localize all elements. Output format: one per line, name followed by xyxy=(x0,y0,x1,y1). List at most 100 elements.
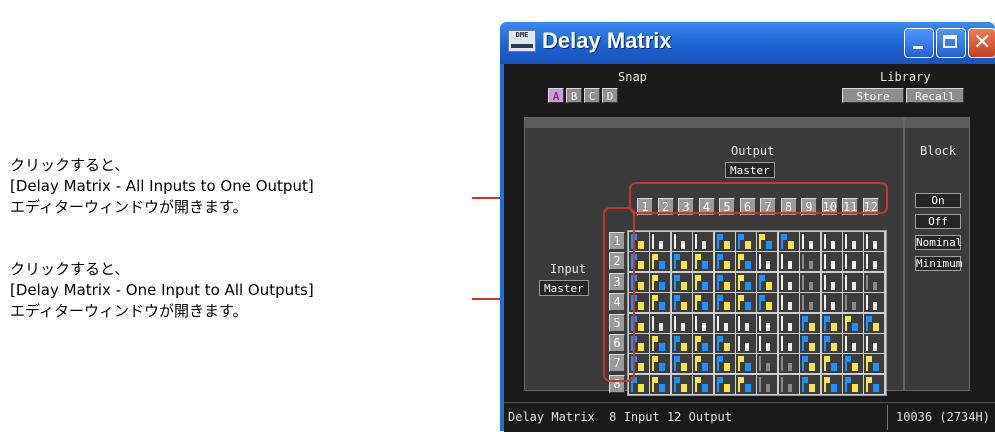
matrix-cell[interactable] xyxy=(821,252,842,272)
matrix-cell[interactable] xyxy=(650,232,671,251)
matrix-cell[interactable] xyxy=(757,313,778,333)
matrix-cell[interactable] xyxy=(864,354,885,374)
block-nominal-button[interactable]: Nominal xyxy=(915,235,962,250)
matrix-cell[interactable] xyxy=(778,354,799,374)
matrix-cell[interactable] xyxy=(778,272,799,292)
matrix-cell[interactable] xyxy=(864,252,885,272)
store-button[interactable]: Store xyxy=(842,88,904,103)
matrix-cell[interactable] xyxy=(693,354,714,374)
matrix-cell[interactable] xyxy=(843,232,863,251)
matrix-cell[interactable] xyxy=(693,374,714,394)
matrix-cell[interactable] xyxy=(843,374,863,394)
snap-button-d[interactable]: D xyxy=(602,88,618,103)
matrix-cell[interactable] xyxy=(714,232,735,251)
input-master-button[interactable]: Master xyxy=(539,280,589,296)
matrix-cell[interactable] xyxy=(714,252,735,272)
matrix-cell[interactable] xyxy=(671,313,692,333)
matrix-cell[interactable] xyxy=(736,374,756,394)
matrix-cell[interactable] xyxy=(757,293,778,313)
matrix-cell[interactable] xyxy=(800,272,821,292)
maximize-button[interactable] xyxy=(936,28,966,58)
matrix-cell[interactable] xyxy=(714,313,735,333)
matrix-cell[interactable] xyxy=(736,252,756,272)
matrix-cell[interactable] xyxy=(736,293,756,313)
matrix-cell[interactable] xyxy=(821,272,842,292)
matrix-cell[interactable] xyxy=(693,334,714,353)
matrix-cell[interactable] xyxy=(864,232,885,251)
close-button[interactable]: ✕ xyxy=(968,28,995,58)
matrix-cell[interactable] xyxy=(821,374,842,394)
matrix-cell[interactable] xyxy=(843,252,863,272)
block-on-button[interactable]: On xyxy=(915,193,961,208)
matrix-cell[interactable] xyxy=(671,354,692,374)
snap-button-b[interactable]: B xyxy=(566,88,582,103)
matrix-cell[interactable] xyxy=(693,293,714,313)
block-off-button[interactable]: Off xyxy=(915,214,961,229)
matrix-cell[interactable] xyxy=(821,354,842,374)
matrix-cell[interactable] xyxy=(800,252,821,272)
matrix-cell[interactable] xyxy=(800,334,821,353)
matrix-cell[interactable] xyxy=(800,313,821,333)
matrix-cell[interactable] xyxy=(714,293,735,313)
matrix-cell[interactable] xyxy=(693,313,714,333)
snap-button-c[interactable]: C xyxy=(584,88,600,103)
snap-button-a[interactable]: A xyxy=(548,88,564,103)
matrix-cell[interactable] xyxy=(714,272,735,292)
matrix-cell[interactable] xyxy=(864,374,885,394)
matrix-cell[interactable] xyxy=(650,272,671,292)
matrix-cell[interactable] xyxy=(843,313,863,333)
matrix-cell[interactable] xyxy=(800,293,821,313)
matrix-cell[interactable] xyxy=(650,252,671,272)
matrix-cell[interactable] xyxy=(778,293,799,313)
matrix-cell[interactable] xyxy=(757,232,778,251)
matrix-cell[interactable] xyxy=(821,293,842,313)
matrix-cell[interactable] xyxy=(736,354,756,374)
recall-button[interactable]: Recall xyxy=(906,88,964,103)
matrix-cell[interactable] xyxy=(843,293,863,313)
matrix-cell[interactable] xyxy=(864,272,885,292)
matrix-cell[interactable] xyxy=(843,334,863,353)
matrix-cell[interactable] xyxy=(650,354,671,374)
matrix-cell[interactable] xyxy=(757,374,778,394)
matrix-cell[interactable] xyxy=(736,272,756,292)
matrix-cell[interactable] xyxy=(714,354,735,374)
matrix-cell[interactable] xyxy=(778,313,799,333)
matrix-cell[interactable] xyxy=(736,313,756,333)
output-master-button[interactable]: Master xyxy=(725,162,775,178)
matrix-cell[interactable] xyxy=(757,334,778,353)
matrix-cell[interactable] xyxy=(800,374,821,394)
matrix-cell[interactable] xyxy=(778,232,799,251)
matrix-cell[interactable] xyxy=(736,334,756,353)
matrix-cell[interactable] xyxy=(757,272,778,292)
matrix-cell[interactable] xyxy=(843,272,863,292)
matrix-cell[interactable] xyxy=(843,354,863,374)
matrix-cell[interactable] xyxy=(736,232,756,251)
matrix-cell[interactable] xyxy=(778,334,799,353)
minimize-button[interactable] xyxy=(904,28,934,58)
block-minimum-button[interactable]: Minimum xyxy=(915,256,962,271)
matrix-cell[interactable] xyxy=(650,313,671,333)
matrix-cell[interactable] xyxy=(821,313,842,333)
matrix-cell[interactable] xyxy=(864,313,885,333)
matrix-cell[interactable] xyxy=(671,232,692,251)
matrix-cell[interactable] xyxy=(821,334,842,353)
matrix-cell[interactable] xyxy=(650,293,671,313)
matrix-cell[interactable] xyxy=(778,374,799,394)
matrix-cell[interactable] xyxy=(821,232,842,251)
title-bar[interactable]: DME Delay Matrix ✕ xyxy=(500,22,995,64)
matrix-cell[interactable] xyxy=(757,354,778,374)
matrix-cell[interactable] xyxy=(671,334,692,353)
matrix-cell[interactable] xyxy=(757,252,778,272)
matrix-cell[interactable] xyxy=(650,374,671,394)
matrix-cell[interactable] xyxy=(864,293,885,313)
matrix-cell[interactable] xyxy=(864,334,885,353)
matrix-cell[interactable] xyxy=(714,374,735,394)
matrix-cell[interactable] xyxy=(693,252,714,272)
matrix-cell[interactable] xyxy=(650,334,671,353)
matrix-cell[interactable] xyxy=(800,354,821,374)
matrix-cell[interactable] xyxy=(693,272,714,292)
matrix-cell[interactable] xyxy=(693,232,714,251)
matrix-cell[interactable] xyxy=(671,272,692,292)
matrix-cell[interactable] xyxy=(800,232,821,251)
matrix-cell[interactable] xyxy=(671,293,692,313)
